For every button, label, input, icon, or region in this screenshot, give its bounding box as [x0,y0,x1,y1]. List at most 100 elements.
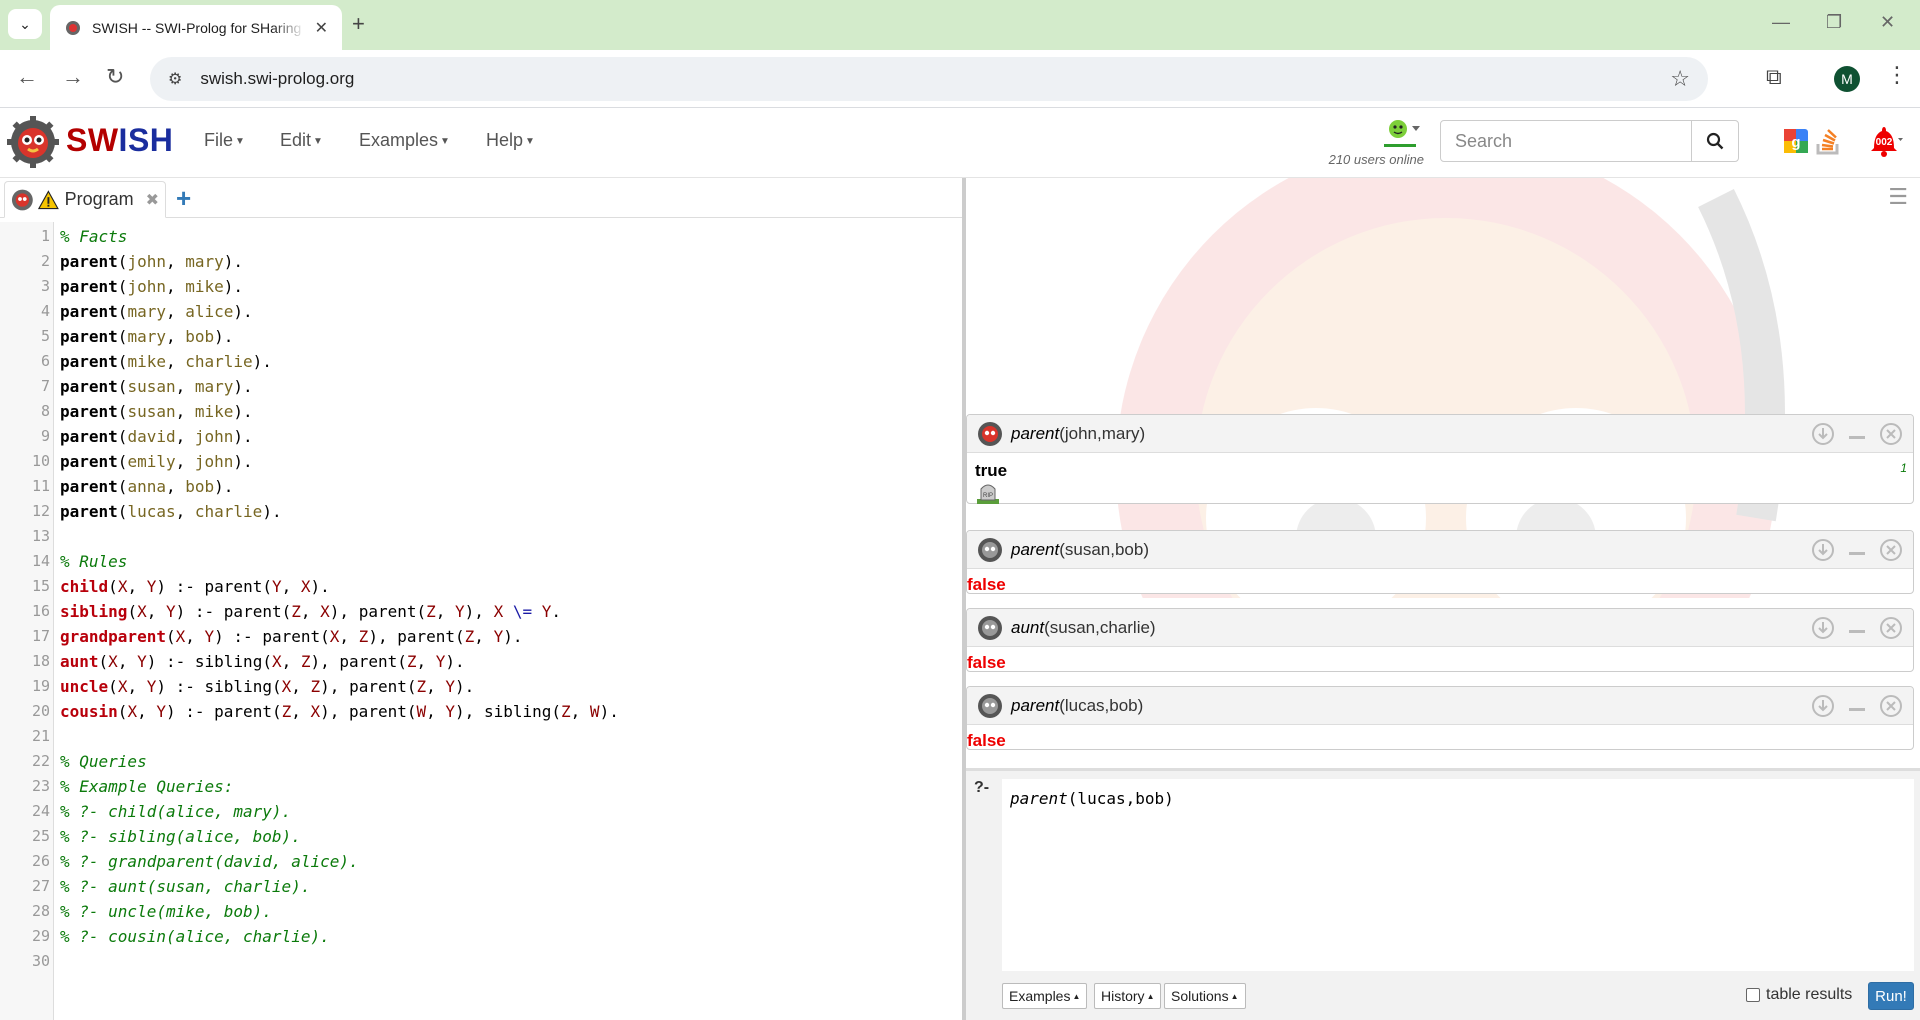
close-answer-icon[interactable] [1879,616,1903,640]
code-token: john [194,452,234,471]
code-line[interactable]: 13 [0,524,962,549]
code-line[interactable]: 1 % Facts [0,224,962,249]
code-line[interactable]: 10 parent(emily, john). [0,449,962,474]
code-line[interactable]: 30 [0,949,962,974]
history-button[interactable]: History ▲ [1094,983,1162,1009]
code-token: ( [397,652,407,671]
code-line[interactable]: 11 parent(anna, bob). [0,474,962,499]
query-text[interactable]: parent(lucas,bob) [1010,789,1174,808]
code-line[interactable]: 2 parent(john, mary). [0,249,962,274]
close-answer-icon[interactable] [1879,694,1903,718]
code-line[interactable]: 12 parent(lucas, charlie). [0,499,962,524]
code-line[interactable]: 19 uncle(X, Y) :- sibling(X, Z), parent(Z… [0,674,962,699]
omnibox[interactable]: ⚙ swish.swi-prolog.org ☆ [150,57,1708,101]
code-text: parent(susan, mike). [60,399,253,424]
code-line[interactable]: 26 % ?- grandparent(david, alice). [0,849,962,874]
menu-help[interactable]: Help ▼ [486,130,535,151]
code-token: ( [117,702,128,721]
code-line[interactable]: 4 parent(mary, alice). [0,299,962,324]
tab-search-button[interactable]: ⌄ [8,9,42,39]
code-line[interactable]: 14 % Rules [0,549,962,574]
menu-edit[interactable]: Edit ▼ [280,130,323,151]
code-line[interactable]: 28 % ?- uncle(mike, bob). [0,899,962,924]
code-line[interactable]: 29 % ?- cousin(alice, charlie). [0,924,962,949]
caret-up-icon: ▲ [1072,991,1081,1001]
minimize-answer-icon[interactable] [1845,694,1869,718]
site-info-icon[interactable]: ⚙ [168,69,182,89]
code-line[interactable]: 9 parent(david, john). [0,424,962,449]
table-results-checkbox[interactable] [1746,988,1760,1002]
reload-icon[interactable]: ↻ [106,65,124,89]
minimize-answer-icon[interactable] [1845,422,1869,446]
bookmark-star-icon[interactable]: ☆ [1670,66,1690,92]
code-line[interactable]: 5 parent(mary, bob). [0,324,962,349]
browser-menu-icon[interactable]: ⋮ [1886,62,1908,88]
close-icon[interactable]: ✕ [315,18,328,38]
code-line[interactable]: 6 parent(mike, charlie). [0,349,962,374]
code-line[interactable]: 3 parent(john, mike). [0,274,962,299]
code-line[interactable]: 23 % Example Queries: [0,774,962,799]
download-icon[interactable] [1811,538,1835,562]
code-token: ), [464,602,494,621]
code-token: ( [455,627,465,646]
stackoverflow-icon[interactable] [1813,126,1843,156]
back-arrow-icon[interactable]: ← [16,65,38,89]
download-icon[interactable] [1811,422,1835,446]
url-text[interactable]: swish.swi-prolog.org [200,69,1670,89]
code-token: Z [416,677,427,696]
extensions-icon[interactable]: ⧉ [1766,64,1782,90]
forward-arrow-icon[interactable]: → [62,65,84,89]
hamburger-menu-icon[interactable]: ☰ [1888,184,1908,210]
code-line[interactable]: 16 sibling(X, Y) :- parent(Z, X), parent(… [0,599,962,624]
menu-examples[interactable]: Examples ▼ [359,130,450,151]
download-icon[interactable] [1811,616,1835,640]
code-token: parent [214,702,272,721]
new-tab-button[interactable]: + [352,12,365,36]
restore-icon[interactable]: ❐ [1826,12,1842,33]
code-token: , [474,627,494,646]
swish-brand[interactable]: SWISH [66,122,173,159]
examples-button[interactable]: Examples ▲ [1002,983,1088,1009]
code-line[interactable]: 15 child(X, Y) :- parent(Y, X). [0,574,962,599]
window-close-icon[interactable]: ✕ [1880,12,1895,33]
close-answer-icon[interactable] [1879,538,1903,562]
code-line[interactable]: 8 parent(susan, mike). [0,399,962,424]
close-tab-icon[interactable]: ✖ [146,190,159,210]
code-token: Z [561,702,571,721]
run-button[interactable]: Run! [1868,982,1914,1010]
table-results-toggle[interactable]: table results [1746,986,1852,1004]
code-line[interactable]: 21 [0,724,962,749]
code-line[interactable]: 22 % Queries [0,749,962,774]
code-line[interactable]: 20 cousin(X, Y) :- parent(Z, X), parent(W… [0,699,962,724]
tab-program[interactable]: Program ✖ [4,181,166,218]
query-editor[interactable]: parent(lucas,bob) [1002,779,1914,971]
browser-tab[interactable]: SWISH -- SWI-Prolog for SHaring ✕ [50,5,342,50]
code-line[interactable]: 24 % ?- child(alice, mary). [0,799,962,824]
code-token: , [175,452,195,471]
code-token: , [281,652,301,671]
minimize-answer-icon[interactable] [1845,616,1869,640]
search-button[interactable] [1691,120,1739,162]
code-token: ), [320,702,350,721]
code-line[interactable]: 27 % ?- aunt(susan, charlie). [0,874,962,899]
code-token: X [117,677,128,696]
minimize-answer-icon[interactable] [1845,538,1869,562]
search-input[interactable] [1440,120,1692,162]
code-line[interactable]: 25 % ?- sibling(alice, bob). [0,824,962,849]
minimize-icon[interactable]: — [1772,12,1790,33]
swish-logo-icon[interactable] [6,115,60,169]
notification-bell-icon[interactable]: 002 [1864,122,1904,162]
code-text: % ?- sibling(alice, bob). [60,824,301,849]
google-icon[interactable]: g [1783,128,1809,154]
close-answer-icon[interactable] [1879,422,1903,446]
solutions-button[interactable]: Solutions ▲ [1164,983,1246,1009]
download-icon[interactable] [1811,694,1835,718]
line-number: 29 [31,927,50,945]
add-tab-plus-icon[interactable]: + [176,184,191,212]
menu-file[interactable]: File ▼ [204,130,245,151]
code-editor[interactable]: 1% Facts 2 parent(john, mary). 3 parent(john… [0,222,962,1020]
profile-avatar[interactable]: M [1834,66,1860,92]
code-line[interactable]: 7 parent(susan, mary). [0,374,962,399]
code-line[interactable]: 18 aunt(X, Y) :- sibling(X, Z), parent(Z,… [0,649,962,674]
code-line[interactable]: 17 grandparent(X, Y) :- parent(X, Z), par… [0,624,962,649]
